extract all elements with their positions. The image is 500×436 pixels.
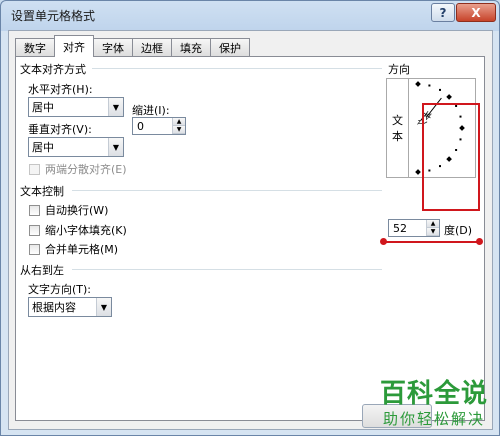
watermark-title: 百科全说 [379,379,488,409]
horizontal-align-select[interactable]: 居中 ▼ [28,97,124,117]
dial-point[interactable] [428,84,431,87]
alignment-group-title: 文本对齐方式 [20,63,86,76]
close-icon: X [471,5,481,20]
alignment-panel: 文本对齐方式 水平对齐(H): 居中 ▼ 缩进(I): 0 ▲ ▼ 垂直对齐(V)… [15,56,485,421]
vertical-align-value: 居中 [32,141,54,154]
indent-value: 0 [137,119,144,133]
vertical-text-button[interactable]: 文 本 [387,79,409,177]
text-direction-select[interactable]: 根据内容 ▼ [28,297,112,317]
dialog-client-area: 数字 对齐 字体 边框 填充 保护 文本对齐方式 水平对齐(H): 居中 ▼ 缩… [8,30,493,430]
text-direction-label: 文字方向(T): [28,283,92,296]
indent-label: 缩进(I): [132,104,170,117]
distributed-checkbox-row: 两端分散对齐(E) [29,161,127,177]
watermark-subtitle: 助你轻松解决 [382,410,485,428]
text-direction-value: 根据内容 [32,301,76,314]
text-control-group-title: 文本控制 [20,185,64,198]
alignment-group-divider [92,68,382,69]
vertical-align-select[interactable]: 居中 ▼ [28,137,124,157]
wrap-text-checkbox[interactable] [29,204,40,216]
chevron-down-icon: ▼ [96,298,111,316]
tab-font[interactable]: 字体 [93,38,133,57]
vertical-text-char-2: 本 [392,130,403,143]
format-cells-dialog: 设置单元格格式 ? X 数字 对齐 字体 边框 填充 保护 文本对齐方式 水平对… [0,0,500,436]
distributed-checkbox [29,163,40,175]
degrees-spinner[interactable]: 52 ▲ ▼ [388,219,440,237]
tab-number[interactable]: 数字 [15,38,55,57]
highlight-dot-left [380,238,387,245]
tab-fill[interactable]: 填充 [171,38,211,57]
text-control-divider [72,190,382,191]
highlight-frame [422,103,480,211]
rtl-group-title: 从右到左 [20,264,64,277]
highlight-dot-right [476,238,483,245]
watermark: 百科全说 助你轻松解决 [371,373,497,433]
tab-strip: 数字 对齐 字体 边框 填充 保护 [15,35,250,57]
degrees-value: 52 [393,221,407,235]
merge-cells-label: 合并单元格(M) [45,243,119,256]
indent-spinner[interactable]: 0 ▲ ▼ [132,117,186,135]
tab-border[interactable]: 边框 [132,38,172,57]
wrap-text-row[interactable]: 自动换行(W) [29,202,108,218]
shrink-to-fit-row[interactable]: 缩小字体填充(K) [29,222,127,238]
merge-cells-checkbox[interactable] [29,243,40,255]
close-button[interactable]: X [456,3,496,22]
dial-point[interactable] [439,88,441,91]
wrap-text-label: 自动换行(W) [45,204,109,217]
dial-point[interactable] [415,81,421,87]
degrees-spin-buttons: ▲ ▼ [426,220,439,236]
shrink-to-fit-label: 缩小字体填充(K) [45,224,127,237]
spin-down-icon[interactable]: ▼ [173,126,185,134]
rtl-divider [72,269,382,270]
degrees-label: 度(D) [444,224,473,237]
orientation-group-title: 方向 [388,63,410,76]
tab-protection[interactable]: 保护 [210,38,250,57]
merge-cells-row[interactable]: 合并单元格(M) [29,241,118,257]
vertical-align-label: 垂直对齐(V): [28,123,92,136]
vertical-text-char-1: 文 [392,114,403,127]
spin-down-icon[interactable]: ▼ [427,228,439,236]
dial-point[interactable] [446,94,452,100]
horizontal-align-label: 水平对齐(H): [28,83,93,96]
distributed-label: 两端分散对齐(E) [45,163,127,176]
chevron-down-icon: ▼ [108,138,123,156]
chevron-down-icon: ▼ [108,98,123,116]
spin-up-icon[interactable]: ▲ [173,118,185,126]
dial-point[interactable] [415,169,421,175]
horizontal-align-value: 居中 [32,101,54,114]
help-button[interactable]: ? [431,3,455,22]
highlight-underline [384,241,480,243]
help-icon: ? [439,5,447,20]
tab-alignment[interactable]: 对齐 [54,35,94,57]
dialog-title: 设置单元格格式 [11,9,96,23]
title-bar: 设置单元格格式 ? X [1,1,499,29]
indent-spin-buttons: ▲ ▼ [172,118,185,134]
shrink-to-fit-checkbox[interactable] [29,224,40,236]
spin-up-icon[interactable]: ▲ [427,220,439,228]
